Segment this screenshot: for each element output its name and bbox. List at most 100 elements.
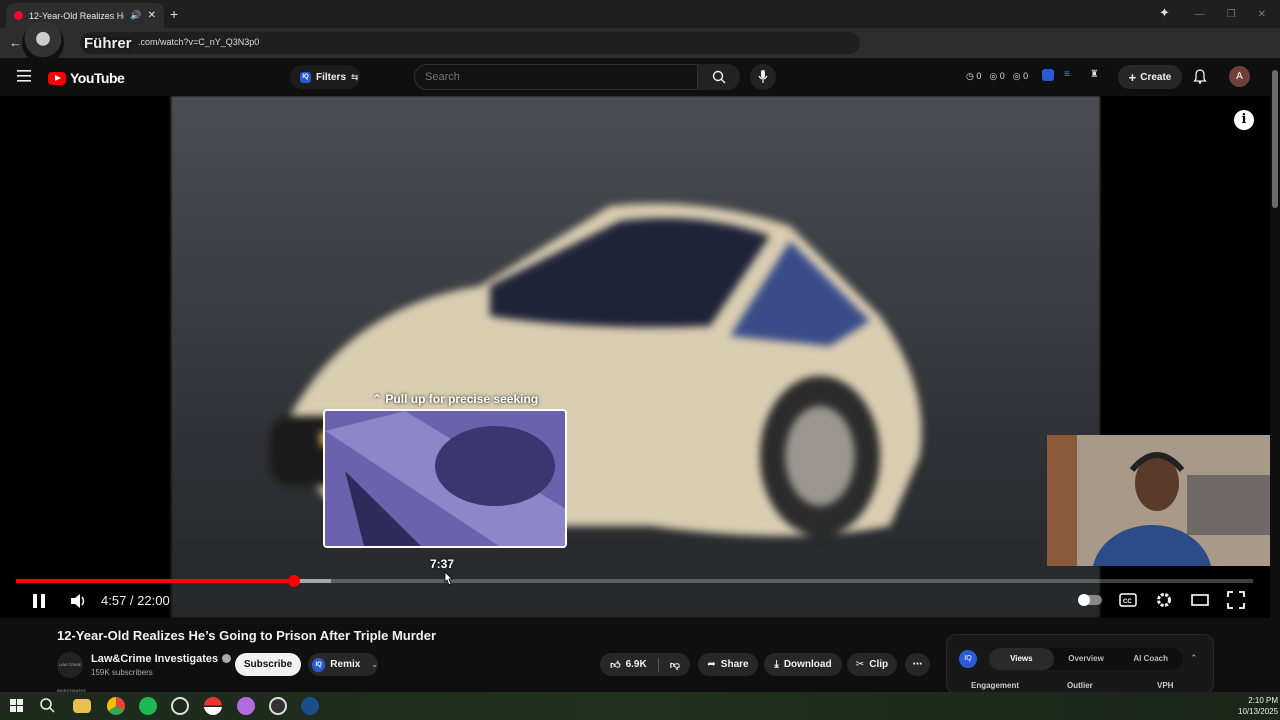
address-bar[interactable]: .com/watch?v=C_nY_Q3N3p0	[80, 32, 860, 54]
subscribe-button[interactable]: Subscribe	[235, 653, 301, 676]
plus-icon: +	[1128, 69, 1137, 85]
voice-search-button[interactable]	[750, 64, 776, 90]
autoplay-toggle[interactable]	[1078, 594, 1102, 606]
download-icon: ⤓	[774, 659, 779, 670]
vidiq-logo: IQ	[959, 650, 977, 668]
precise-seeking-hint: ⌃ Pull up for precise seeking	[372, 392, 539, 406]
collapse-chevron-icon[interactable]: ⌃	[1190, 653, 1198, 664]
youtube-wordmark: YouTube	[70, 70, 125, 86]
filters-label: Filters	[316, 71, 347, 83]
extension-counters: ◷ 0 ◎ 0 ◎ 0	[966, 71, 1028, 82]
like-dislike-group: 👍︎ 6.9K 👎︎	[600, 653, 690, 676]
taskbar-search-icon[interactable]	[39, 697, 57, 715]
clock-date: 10/13/2025	[1238, 707, 1279, 716]
pause-button[interactable]	[30, 592, 48, 610]
back-arrow-icon[interactable]: ←	[9, 35, 22, 50]
share-button[interactable]: ➦ Share	[698, 653, 758, 676]
scrollbar-thumb[interactable]	[1272, 70, 1278, 208]
vidiq-panel: IQ Views Overview AI Coach ⌃ Engagement …	[946, 634, 1214, 694]
menu-icon[interactable]	[17, 70, 31, 82]
tab-audio-icon[interactable]: 🔊	[130, 10, 141, 21]
browser-tab[interactable]: 12-Year-Old Realizes He's G 🔊 ✕	[6, 3, 164, 28]
channel-name[interactable]: Law&Crime Investigates	[91, 653, 232, 665]
download-button[interactable]: ⤓ Download	[764, 653, 842, 676]
search-input[interactable]	[415, 65, 697, 89]
filters-button[interactable]: IQ Filters ⇆	[290, 65, 360, 89]
player-controls: 4:57 / 22:00 CC	[0, 586, 1270, 616]
fullscreen-icon	[1227, 591, 1245, 609]
clip-label: Clip	[869, 659, 889, 670]
new-tab-button[interactable]: +	[170, 6, 178, 22]
file-explorer-icon[interactable]	[73, 699, 91, 713]
remix-button[interactable]: IQ Remix ⌄	[308, 653, 378, 676]
remix-label: Remix	[330, 659, 361, 670]
time-separator: /	[126, 593, 138, 608]
windows-start-icon[interactable]	[8, 697, 26, 715]
list-icon[interactable]: ≡	[1064, 69, 1070, 81]
youtube-logo[interactable]: YouTube	[48, 70, 125, 86]
svg-text:CC: CC	[1123, 599, 1132, 605]
iq-badge-icon: IQ	[300, 71, 311, 83]
microphone-icon	[758, 70, 768, 83]
volume-icon	[71, 594, 85, 608]
pause-icon	[33, 594, 45, 608]
trophy-icon[interactable]: ♜	[1090, 69, 1099, 81]
tab-overview[interactable]: Overview	[1054, 648, 1119, 670]
channel-avatar[interactable]: LAW CRIME INVESTIGATES	[57, 652, 86, 693]
tab-views[interactable]: Views	[989, 648, 1054, 670]
obs-app-icon[interactable]	[269, 697, 287, 715]
volume-button[interactable]	[70, 593, 88, 609]
header-extension-icons: ≡ ♜	[1042, 69, 1099, 81]
dislike-button[interactable]: 👎︎	[670, 659, 680, 671]
gamepad-app-icon[interactable]	[171, 697, 189, 715]
account-avatar[interactable]: A	[1229, 66, 1250, 87]
maximize-icon[interactable]: ❐	[1227, 9, 1236, 20]
sliders-icon: ⇆	[351, 71, 359, 82]
theater-icon	[1191, 594, 1209, 606]
create-label: Create	[1140, 71, 1172, 83]
like-button[interactable]: 👍︎ 6.9K	[610, 659, 647, 671]
clip-button[interactable]: ✂ Clip	[847, 653, 897, 676]
spotify-icon[interactable]	[139, 697, 157, 715]
url-text: .com/watch?v=C_nY_Q3N3p0	[138, 37, 260, 47]
chrome-icon[interactable]	[107, 697, 125, 715]
tab-ai-coach[interactable]: AI Coach	[1118, 648, 1183, 670]
chevron-down-icon[interactable]: ⌄	[371, 660, 378, 669]
steam-app-icon[interactable]	[301, 697, 319, 715]
progress-played	[16, 579, 295, 583]
search-box[interactable]	[414, 64, 698, 90]
settings-button[interactable]	[1155, 591, 1173, 609]
tab-close-icon[interactable]: ✕	[148, 10, 156, 21]
search-icon	[712, 70, 726, 84]
info-icon[interactable]: i	[1234, 110, 1254, 130]
progress-bar[interactable]	[16, 575, 1253, 587]
share-arrow-icon: ➦	[707, 659, 716, 670]
fullscreen-button[interactable]	[1227, 591, 1245, 609]
video-player[interactable]: i ⌃ Pull up for precise seeking 7:37 4:5…	[0, 96, 1270, 618]
create-button[interactable]: + Create	[1118, 65, 1182, 89]
theater-mode-button[interactable]	[1191, 593, 1209, 607]
column-engagement: Engagement	[971, 681, 1020, 690]
counter-eye: ◎ 0	[989, 71, 1005, 81]
like-divider	[657, 657, 659, 672]
thumbs-down-icon: 👎︎	[669, 659, 680, 671]
column-outlier: Outlier	[1067, 681, 1093, 690]
more-actions-button[interactable]: ⋯	[905, 653, 930, 676]
page-scrollbar[interactable]	[1270, 58, 1280, 692]
search-button[interactable]	[698, 64, 740, 90]
discord-app-icon[interactable]	[237, 697, 255, 715]
browser-toolbar: ← .com/watch?v=C_nY_Q3N3p0 ☆ A ⋮	[0, 28, 1280, 77]
gemini-sparkle-icon[interactable]: ✦	[1159, 5, 1170, 21]
pokeball-app-icon[interactable]	[204, 697, 222, 715]
notifications-bell-icon[interactable]	[1193, 69, 1207, 84]
counter-clock: ◷ 0	[966, 71, 982, 81]
minimize-icon[interactable]: —	[1195, 9, 1205, 20]
captions-button[interactable]: CC	[1119, 593, 1137, 607]
video-title: 12-Year-Old Realizes He’s Going to Priso…	[57, 628, 437, 643]
close-window-icon[interactable]: ✕	[1258, 9, 1266, 20]
scissors-icon: ✂	[855, 659, 865, 670]
browser-tab-strip: 12-Year-Old Realizes He's G 🔊 ✕ + ✦ — ❐ …	[0, 0, 1280, 28]
share-label: Share	[720, 659, 749, 670]
iq-extension-icon[interactable]	[1042, 69, 1054, 81]
time-display: 4:57 / 22:00	[101, 593, 170, 608]
